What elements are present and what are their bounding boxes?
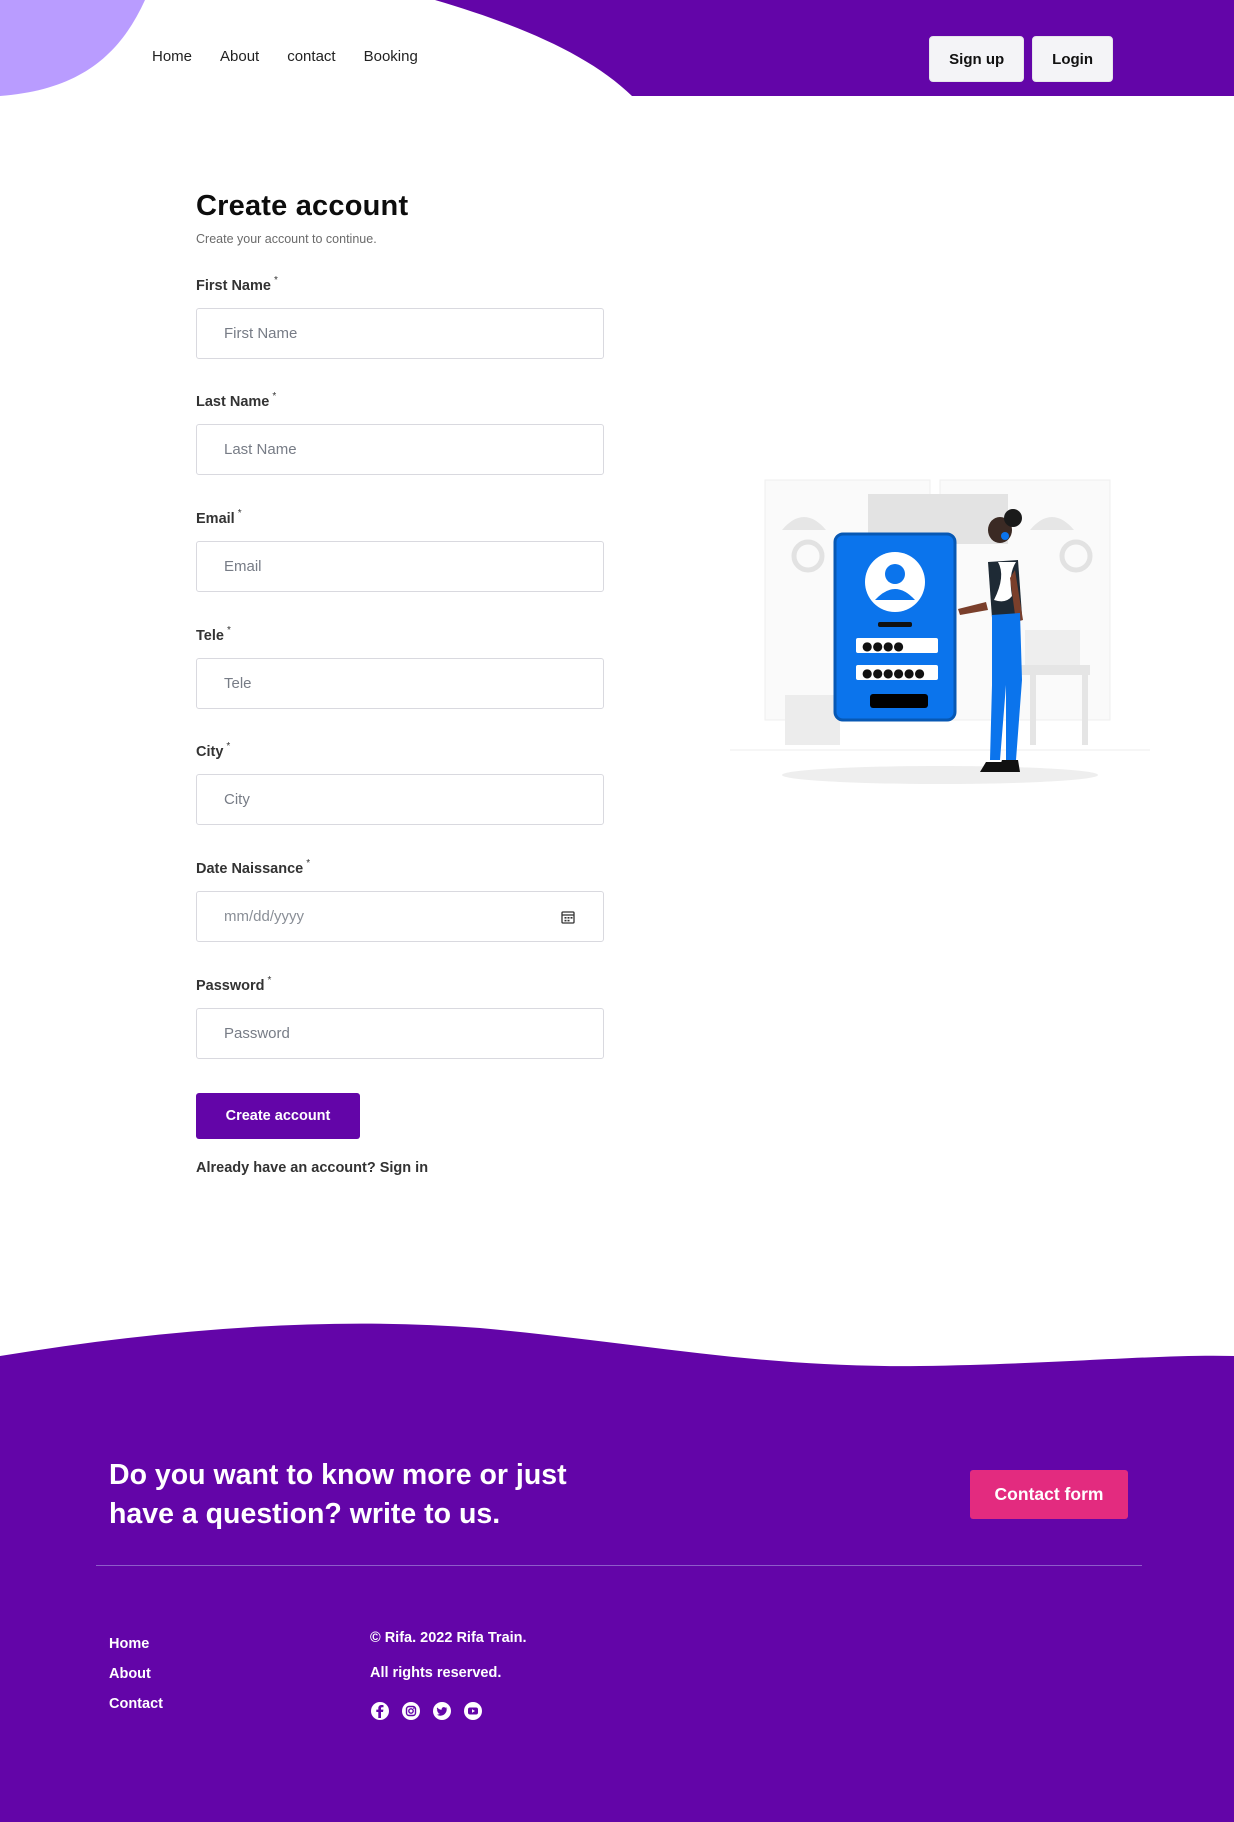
email-field[interactable]: Email [196,541,604,592]
contact-form-button[interactable]: Contact form [970,1470,1128,1519]
signup-button[interactable]: Sign up [929,36,1025,82]
required-mark: * [267,975,272,986]
nav-booking[interactable]: Booking [364,48,418,65]
facebook-icon[interactable] [370,1701,390,1721]
city-field[interactable]: City [196,774,604,825]
signin-link[interactable]: Already have an account? Sign in [196,1160,428,1176]
copyright-text: © Rifa. 2022 Rifa Train. [370,1630,527,1646]
password-label: Password * [196,975,272,994]
last-name-label: Last Name * [196,391,277,410]
footer-link-about[interactable]: About [109,1666,163,1682]
footer-nav: Home About Contact [109,1636,163,1712]
tele-placeholder: Tele [224,675,252,692]
password-field[interactable]: Password [196,1008,604,1059]
rights-text: All rights reserved. [370,1665,502,1681]
nav-contact[interactable]: contact [287,48,335,65]
signup-form: Create account Create your account to co… [196,190,604,1176]
birthdate-group: Date Naissance * mm/dd/yyyy [196,858,604,942]
last-name-placeholder: Last Name [224,441,297,458]
footer-background [0,1323,1234,1822]
tele-field[interactable]: Tele [196,658,604,709]
birthdate-field[interactable]: mm/dd/yyyy [196,891,604,942]
required-mark: * [226,625,231,636]
create-account-button[interactable]: Create account [196,1093,360,1139]
footer-link-contact[interactable]: Contact [109,1696,163,1712]
email-label: Email * [196,508,242,527]
main-nav: Home About contact Booking [152,48,418,65]
site-header: Home About contact Booking Sign up Login [0,0,1234,96]
first-name-group: First Name * First Name [196,275,604,359]
required-mark: * [273,275,278,286]
birthdate-label: Date Naissance * [196,858,311,877]
first-name-label: First Name * [196,275,278,294]
page-subtitle: Create your account to continue. [196,232,377,246]
birthdate-placeholder: mm/dd/yyyy [224,908,305,925]
auth-buttons: Sign up Login [929,36,1113,82]
password-placeholder: Password [224,1025,290,1042]
city-group: City * City [196,741,604,825]
nav-about[interactable]: About [220,48,259,65]
instagram-icon[interactable] [401,1701,421,1721]
footer-link-home[interactable]: Home [109,1636,163,1652]
youtube-icon[interactable] [463,1701,483,1721]
last-name-field[interactable]: Last Name [196,424,604,475]
calendar-icon[interactable] [561,910,575,924]
svg-text:●●●●●●: ●●●●●● [862,666,925,680]
password-group: Password * Password [196,975,604,1059]
login-button[interactable]: Login [1032,36,1113,82]
tele-label: Tele * [196,625,231,644]
city-label: City * [196,741,231,760]
email-placeholder: Email [224,558,262,575]
social-links [370,1701,483,1721]
twitter-icon[interactable] [432,1701,452,1721]
footer-divider [96,1565,1142,1566]
first-name-placeholder: First Name [224,325,298,342]
svg-text:●●●●: ●●●● [862,639,904,653]
footer-cta-heading: Do you want to know more or just have a … [109,1459,567,1530]
required-mark: * [306,858,311,869]
required-mark: * [237,508,242,519]
first-name-field[interactable]: First Name [196,308,604,359]
nav-home[interactable]: Home [152,48,192,65]
signup-illustration: ●●●● ●●●●●● [730,479,1150,784]
tele-group: Tele * Tele [196,625,604,709]
page-title: Create account [196,190,409,222]
required-mark: * [226,741,231,752]
city-placeholder: City [224,791,250,808]
required-mark: * [272,391,277,402]
email-group: Email * Email [196,508,604,592]
last-name-group: Last Name * Last Name [196,391,604,475]
